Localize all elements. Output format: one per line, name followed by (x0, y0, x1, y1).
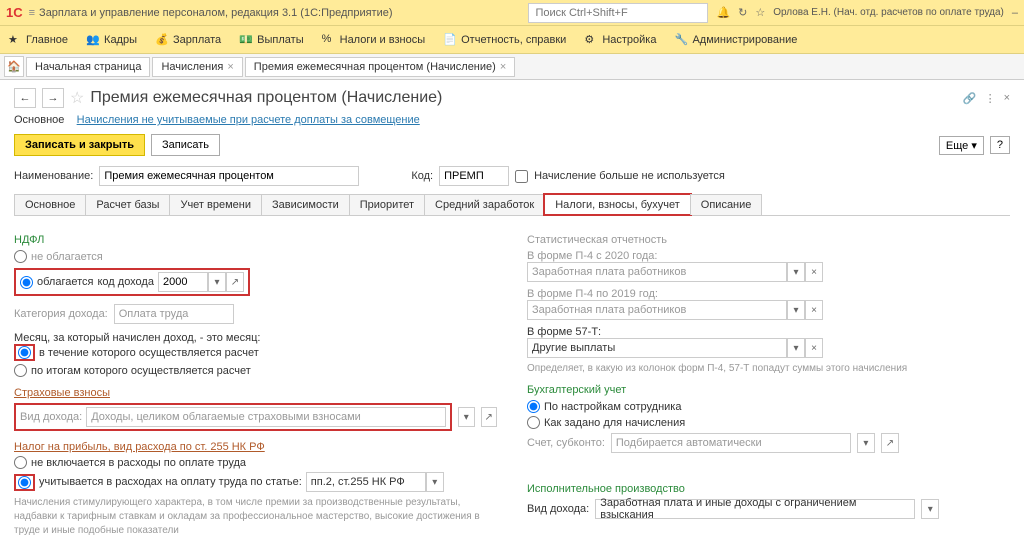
month-label: Месяц, за который начислен доход, - это … (14, 332, 497, 344)
menu-admin[interactable]: 🔧Администрирование (674, 33, 797, 47)
save-button[interactable]: Записать (151, 134, 220, 156)
close-icon[interactable]: × (500, 61, 506, 73)
sublink-main[interactable]: Основное (14, 114, 64, 126)
star-icon[interactable]: ☆ (755, 6, 765, 19)
insurance-title: Страховые взносы (14, 387, 497, 399)
search-input[interactable] (528, 3, 708, 23)
dropdown-icon[interactable]: ▾ (787, 338, 805, 358)
itab-prioritet[interactable]: Приоритет (349, 194, 425, 215)
itab-sredniy[interactable]: Средний заработок (424, 194, 545, 215)
close-icon[interactable]: × (227, 61, 233, 73)
close-page-icon[interactable]: × (1004, 92, 1010, 105)
tab-nachisleniya[interactable]: Начисления× (152, 57, 242, 77)
dropdown-icon[interactable]: ▾ (426, 472, 444, 492)
radio-profit-exclude[interactable] (14, 456, 27, 469)
code-input[interactable] (439, 166, 509, 186)
dropdown-icon[interactable]: ▾ (458, 407, 474, 427)
help-button[interactable]: ? (990, 136, 1010, 154)
sublink-exclude[interactable]: Начисления не учитываемые при расчете до… (77, 114, 420, 126)
income-type-select[interactable]: Доходы, целиком облагаемые страховыми вз… (86, 407, 446, 427)
open-icon[interactable]: ↗ (881, 433, 899, 453)
f57t-label: В форме 57-Т: (527, 326, 1010, 338)
radio-month-after[interactable] (14, 364, 27, 377)
clear-icon[interactable]: × (805, 338, 823, 358)
dropdown-icon[interactable]: ▾ (857, 433, 875, 453)
name-input[interactable] (99, 166, 359, 186)
acc-sub-select[interactable]: Подбирается автоматически (611, 433, 851, 453)
deprecated-checkbox[interactable] (515, 170, 528, 183)
clear-icon[interactable]: × (805, 300, 823, 320)
more-button[interactable]: Еще ▾ (939, 136, 984, 155)
app-logo: 1C (6, 5, 23, 20)
f57t-select[interactable]: Другие выплаты (527, 338, 787, 358)
enforce-label: Вид дохода: (527, 503, 589, 515)
forward-button[interactable]: → (42, 88, 64, 108)
tab-start[interactable]: Начальная страница (26, 57, 150, 77)
menu-vyplaty[interactable]: 💵Выплаты (239, 33, 303, 47)
f57t-note: Определяет, в какую из колонок форм П-4,… (527, 362, 1010, 376)
history-icon[interactable]: ↻ (738, 6, 747, 19)
itab-opisanie[interactable]: Описание (690, 194, 763, 215)
bell-icon[interactable]: 🔔 (716, 6, 730, 19)
name-label: Наименование: (14, 170, 93, 182)
profit-article-select[interactable]: пп.2, ст.255 НК РФ (306, 472, 426, 492)
app-title: Зарплата и управление персоналом, редакц… (39, 7, 392, 19)
p4-2019-label: В форме П-4 по 2019 год: (527, 288, 1010, 300)
menu-otchet[interactable]: 📄Отчетность, справки (443, 33, 566, 47)
dropdown-icon[interactable]: ▾ (787, 300, 805, 320)
radio-month-during[interactable] (18, 346, 31, 359)
profit-note: Начисления стимулирующего характера, в т… (14, 496, 497, 538)
dropdown-icon[interactable]: ▾ (208, 272, 226, 292)
radio-acc-defined[interactable] (527, 416, 540, 429)
page-title: Премия ежемесячная процентом (Начисление… (90, 89, 442, 107)
menu-main[interactable]: ★Главное (8, 33, 68, 47)
itab-raschet[interactable]: Расчет базы (85, 194, 170, 215)
menu-zarplata[interactable]: 💰Зарплата (155, 33, 221, 47)
menu-nastroika[interactable]: ⚙Настройка (584, 33, 656, 47)
menu-icon[interactable]: ≡ (29, 7, 35, 19)
enforce-title: Исполнительное производство (527, 483, 1010, 495)
p4-2020-select[interactable]: Заработная плата работников (527, 262, 787, 282)
stat-title: Статистическая отчетность (527, 234, 1010, 246)
minimize-icon[interactable]: – (1012, 7, 1018, 19)
itab-nalogi[interactable]: Налоги, взносы, бухучет (544, 194, 691, 215)
deprecated-label: Начисление больше не используется (534, 170, 725, 182)
profit-tax-title: Налог на прибыль, вид расхода по ст. 255… (14, 441, 497, 453)
radio-profit-include[interactable] (18, 476, 31, 489)
menu-kadry[interactable]: 👥Кадры (86, 33, 137, 47)
code-label: Код: (411, 170, 433, 182)
p4-2019-select[interactable]: Заработная плата работников (527, 300, 787, 320)
radio-taxed[interactable] (20, 276, 33, 289)
link-icon[interactable]: 🔗 (963, 92, 977, 105)
ndfl-title: НДФЛ (14, 234, 497, 246)
itab-vremya[interactable]: Учет времени (169, 194, 262, 215)
itab-zavisim[interactable]: Зависимости (261, 194, 350, 215)
dropdown-icon[interactable]: ▾ (787, 262, 805, 282)
radio-acc-employee[interactable] (527, 400, 540, 413)
open-icon[interactable]: ↗ (226, 272, 244, 292)
save-close-button[interactable]: Записать и закрыть (14, 134, 145, 156)
income-type-label: Вид дохода: (20, 411, 82, 423)
enforce-select[interactable]: Заработная плата и иные доходы с огранич… (595, 499, 915, 519)
radio-not-taxed[interactable] (14, 250, 27, 263)
itab-osnovnoe[interactable]: Основное (14, 194, 86, 215)
income-cat-select[interactable]: Оплата труда (114, 304, 234, 324)
income-cat-label: Категория дохода: (14, 308, 108, 320)
acc-title: Бухгалтерский учет (527, 384, 1010, 396)
open-icon[interactable]: ↗ (481, 407, 497, 427)
back-button[interactable]: ← (14, 88, 36, 108)
income-code-label: код дохода (97, 276, 154, 288)
more-icon[interactable]: ⋮ (985, 92, 996, 105)
acc-sub-label: Счет, субконто: (527, 437, 605, 449)
income-code-input[interactable] (158, 272, 208, 292)
user-label: Орлова Е.Н. (Нач. отд. расчетов по оплат… (773, 7, 1004, 18)
tab-home[interactable]: 🏠 (4, 56, 24, 77)
p4-2020-label: В форме П-4 с 2020 года: (527, 250, 1010, 262)
clear-icon[interactable]: × (805, 262, 823, 282)
menu-nalogi[interactable]: %Налоги и взносы (322, 33, 426, 47)
tab-premiya[interactable]: Премия ежемесячная процентом (Начисление… (245, 57, 515, 77)
favorite-icon[interactable]: ☆ (70, 88, 84, 108)
dropdown-icon[interactable]: ▾ (921, 499, 939, 519)
